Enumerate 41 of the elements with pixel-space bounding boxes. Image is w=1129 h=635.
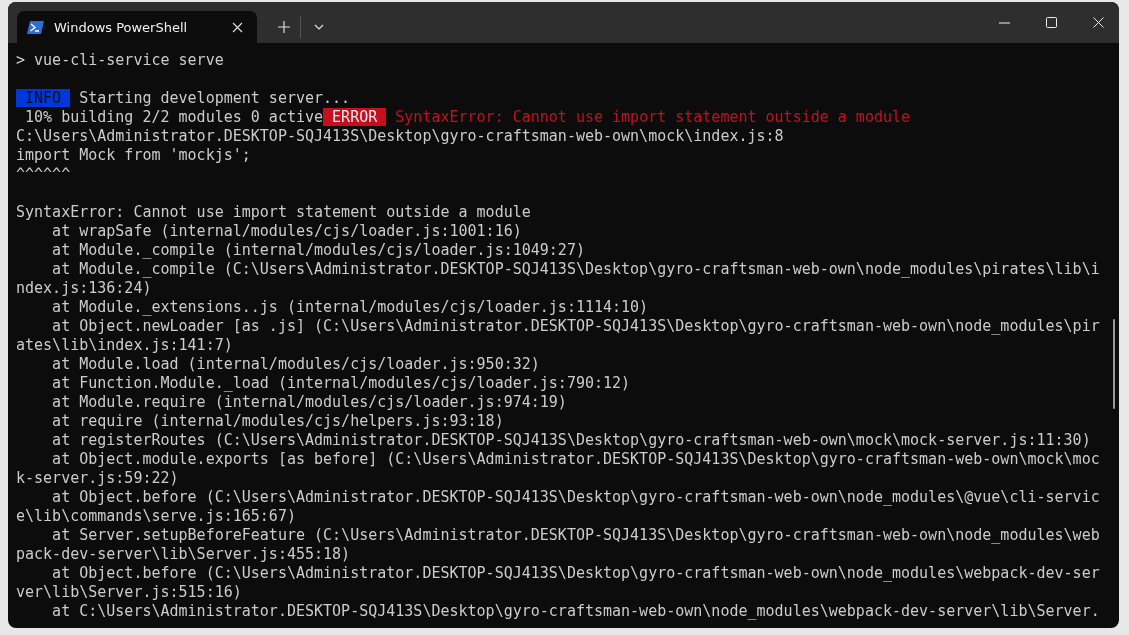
output-text: at Module.load (internal/modules/cjs/loader.js:950:32) xyxy=(51,355,540,373)
output-text: at Object.before (C:\Users\Administrator.DESKTOP-SQJ413S\Desktop\gyro-craftsman-web-own\node_modules\@vue\cli-servic xyxy=(51,488,1100,506)
output-text: at Object.before (C:\Users\Administrator.DESKTOP-SQJ413S\Desktop\gyro-craftsman-web-own\node_modules\webpack-dev-ser xyxy=(51,564,1100,582)
output-text: at Module._extensions..js (internal/modules/cjs/loader.js:1114:10) xyxy=(51,298,649,316)
output-text: at Module.require (internal/modules/cjs/loader.js:974:19) xyxy=(51,393,567,411)
maximize-icon[interactable] xyxy=(1046,17,1057,28)
output-text: k-server.js:59:22) xyxy=(16,469,179,487)
output-text: SyntaxError: Cannot use import statement outside a module xyxy=(16,203,531,221)
output-text: ndex.js:136:24) xyxy=(16,279,152,297)
output-text: 10% building 2/2 modules 0 active xyxy=(24,108,324,126)
output-text: import Mock from 'mockjs'; xyxy=(16,146,251,164)
output-text: at Object.module.exports [as before] (C:\Users\Administrator.DESKTOP-SQJ413S\Desktop\gyro-craftsman-web-own\mock\moc xyxy=(51,450,1100,468)
output-text: at Function.Module._load (internal/modules/cjs/loader.js:790:12) xyxy=(51,374,631,392)
dropdown-caret-icon[interactable] xyxy=(314,24,324,30)
output-text: at Server.setupBeforeFeature (C:\Users\Administrator.DESKTOP-SQJ413S\Desktop\gyro-craftsman-web-own\node_modules\web xyxy=(51,526,1100,544)
output-text: at Module._compile (internal/modules/cjs/loader.js:1049:27) xyxy=(51,241,585,259)
new-tab-icon[interactable] xyxy=(278,21,290,33)
output-text: Starting development server... xyxy=(78,89,351,107)
error-badge: ERROR xyxy=(323,108,387,126)
close-icon[interactable] xyxy=(1093,17,1104,28)
tab-title: Windows PowerShell xyxy=(54,19,189,35)
error-message: SyntaxError: Cannot use import statement outside a module xyxy=(394,108,911,126)
output-text: e\lib\commands\serve.js:165:67) xyxy=(16,507,296,525)
output-text: ^^^^^^ xyxy=(16,165,71,183)
info-badge: INFO xyxy=(16,89,71,107)
output-text: > vue-cli-service serve xyxy=(16,51,224,69)
scrollbar-thumb[interactable] xyxy=(1113,319,1115,409)
output-text: ver\lib\Server.js:515:16) xyxy=(16,583,242,601)
output-text: at Module._compile (C:\Users\Administrator.DESKTOP-SQJ413S\Desktop\gyro-craftsman-web-own\node_modules\pirates\lib\i xyxy=(51,260,1100,278)
output-text: at Object.newLoader [as .js] (C:\Users\Administrator.DESKTOP-SQJ413S\Desktop\gyro-craftsman-web-own\node_modules\pir xyxy=(51,317,1100,335)
powershell-icon xyxy=(27,20,44,34)
output-text: pack-dev-server\lib\Server.js:455:18) xyxy=(16,545,351,563)
output-text: at registerRoutes (C:\Users\Administrator.DESKTOP-SQJ413S\Desktop\gyro-craftsman-web-own\mock\mock-server.js:11:30) xyxy=(51,431,1091,449)
output-text: ates\lib\index.js:141:7) xyxy=(16,336,233,354)
output-text: at require (internal/modules/cjs/helpers.js:93:18) xyxy=(51,412,504,430)
close-tab-icon[interactable] xyxy=(232,21,243,33)
output-text: at wrapSafe (internal/modules/cjs/loader.js:1001:16) xyxy=(51,222,522,240)
minimize-icon[interactable] xyxy=(999,21,1010,24)
terminal-tab[interactable]: Windows PowerShell xyxy=(17,11,257,43)
output-text: at C:\Users\Administrator.DESKTOP-SQJ413S\Desktop\gyro-craftsman-web-own\node_modules\webpack-dev-server\lib\Server. xyxy=(51,602,1100,620)
output-text: C:\Users\Administrator.DESKTOP-SQJ413S\Desktop\gyro-craftsman-web-own\mock\index.js:8 xyxy=(16,127,784,145)
